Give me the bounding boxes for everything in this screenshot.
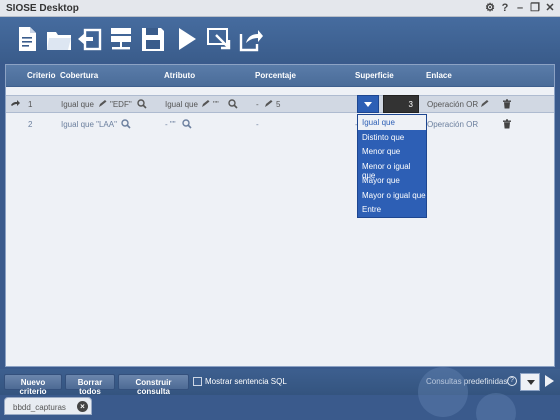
- borrar-todos-button[interactable]: Borrar todos: [65, 374, 115, 396]
- tab-label: bbdd_capturas: [13, 403, 66, 412]
- edit-pencil-icon[interactable]: [263, 99, 273, 109]
- app-title: SIOSE Desktop: [6, 3, 79, 14]
- decorative-circle: [476, 393, 516, 420]
- menu-item-distinto-que[interactable]: Distinto que: [358, 130, 426, 145]
- enlace-operator[interactable]: Operación OR: [427, 120, 478, 129]
- operator-menu: Igual que Distinto que Menor que Menor o…: [357, 114, 427, 218]
- mostrar-sql-label: Mostrar sentencia SQL: [205, 377, 287, 386]
- play-icon[interactable]: [172, 23, 202, 55]
- col-superficie[interactable]: Superficie: [355, 71, 394, 80]
- database-icon[interactable]: [106, 23, 136, 55]
- table-header: Criterio Cobertura Atributo Porcentaje S…: [6, 65, 554, 87]
- new-document-icon[interactable]: [12, 23, 42, 55]
- menu-item-entre[interactable]: Entre: [358, 202, 426, 217]
- close-icon[interactable]: ✕: [544, 1, 556, 15]
- menu-item-mayor-o-igual-que[interactable]: Mayor o igual que: [358, 188, 426, 203]
- help-icon[interactable]: ?: [507, 376, 517, 386]
- menu-item-menor-o-igual-que[interactable]: Menor o igual que: [358, 159, 426, 180]
- tab-bbdd-capturas[interactable]: bbdd_capturas ×: [4, 397, 92, 415]
- main-toolbar: [0, 17, 560, 62]
- col-atributo[interactable]: Atributo: [164, 71, 195, 80]
- back-import-icon[interactable]: [74, 23, 104, 55]
- superficie-value-input[interactable]: 3: [383, 95, 419, 113]
- search-icon[interactable]: [182, 119, 192, 129]
- menu-item-igual-que[interactable]: Igual que: [358, 115, 426, 130]
- porcentaje-value[interactable]: -: [256, 120, 259, 129]
- row-criterio: 2: [28, 120, 33, 129]
- table-row[interactable]: 1 Igual que "EDF" Igual que "" - 5 Opera…: [6, 95, 554, 113]
- decorative-circle: [418, 367, 468, 417]
- atributo-value[interactable]: "": [213, 100, 219, 109]
- window-controls: ⚙ ? – ❐ ✕: [484, 1, 556, 15]
- construir-consulta-button[interactable]: Construir consulta: [118, 374, 189, 396]
- nuevo-criterio-button[interactable]: Nuevo criterio: [4, 374, 62, 396]
- search-icon[interactable]: [137, 99, 147, 109]
- enlace-operator[interactable]: Operación OR: [427, 100, 478, 109]
- minimize-icon[interactable]: –: [514, 1, 526, 15]
- current-row-arrow-icon: [11, 100, 20, 106]
- select-export-icon[interactable]: [204, 23, 234, 55]
- help-icon[interactable]: ?: [499, 1, 511, 15]
- row-criterio: 1: [28, 100, 33, 109]
- edit-pencil-icon[interactable]: [200, 99, 210, 109]
- porcentaje-value[interactable]: 5: [276, 100, 280, 109]
- search-icon[interactable]: [121, 119, 131, 129]
- col-enlace[interactable]: Enlace: [426, 71, 452, 80]
- porcentaje-operator[interactable]: -: [256, 100, 259, 109]
- criteria-panel: Criterio Cobertura Atributo Porcentaje S…: [5, 64, 555, 367]
- table-row[interactable]: 2 Igual que "LAA" - "" - - Operación OR: [6, 116, 554, 134]
- col-criterio[interactable]: Criterio: [27, 71, 55, 80]
- cobertura-value[interactable]: "EDF": [110, 100, 132, 109]
- cobertura-operator[interactable]: Igual que: [61, 100, 94, 109]
- settings-icon[interactable]: ⚙: [484, 1, 496, 15]
- cobertura-value[interactable]: Igual que "LAA": [61, 120, 117, 129]
- open-folder-icon[interactable]: [44, 23, 74, 55]
- menu-item-mayor-que[interactable]: Mayor que: [358, 173, 426, 188]
- maximize-icon[interactable]: ❐: [529, 1, 541, 15]
- run-predefined-query-icon[interactable]: [545, 375, 554, 387]
- mostrar-sql-checkbox[interactable]: [193, 377, 202, 386]
- col-porcentaje[interactable]: Porcentaje: [255, 71, 296, 80]
- title-bar: SIOSE Desktop ⚙ ? – ❐ ✕: [0, 0, 560, 17]
- atributo-value[interactable]: - "": [165, 120, 176, 129]
- tab-bar: bbdd_capturas ×: [0, 367, 560, 420]
- edit-pencil-icon[interactable]: [479, 99, 489, 109]
- superficie-operator-dropdown[interactable]: [357, 95, 379, 113]
- share-export-icon[interactable]: [236, 23, 266, 55]
- col-cobertura[interactable]: Cobertura: [60, 71, 98, 80]
- save-icon[interactable]: [138, 23, 168, 55]
- trash-icon[interactable]: [502, 119, 512, 129]
- close-tab-icon[interactable]: ×: [77, 401, 88, 412]
- menu-item-menor-que[interactable]: Menor que: [358, 144, 426, 159]
- trash-icon[interactable]: [502, 99, 512, 109]
- edit-pencil-icon[interactable]: [97, 99, 107, 109]
- consultas-predefinidas-dropdown[interactable]: [520, 373, 540, 391]
- search-icon[interactable]: [228, 99, 238, 109]
- atributo-operator[interactable]: Igual que: [165, 100, 198, 109]
